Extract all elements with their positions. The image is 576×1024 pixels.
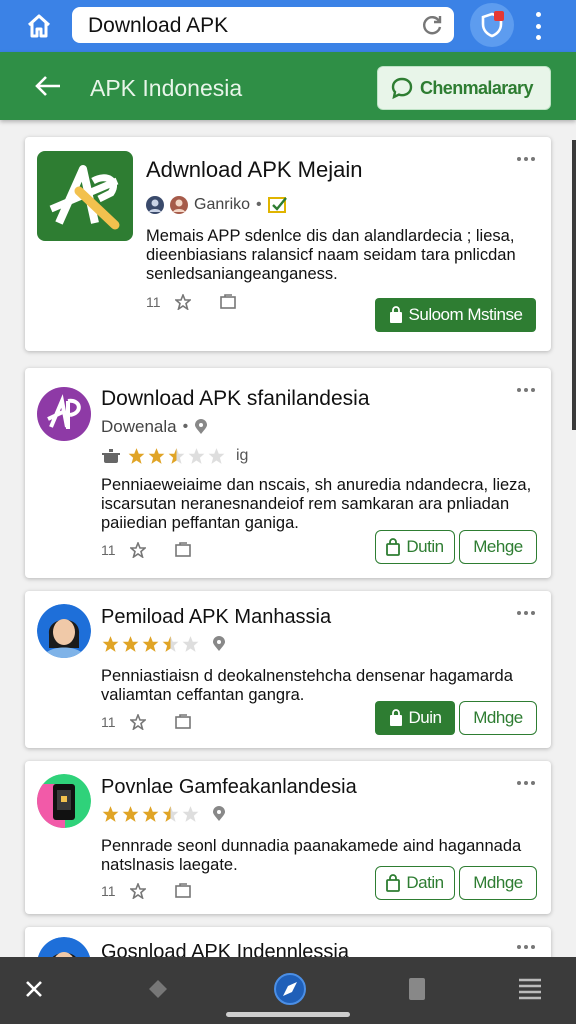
- app-card[interactable]: Povnlae Gamfeakanlandesia Pennrade seonl…: [25, 761, 551, 914]
- author-row: Ganriko •: [146, 196, 288, 214]
- rating-suffix: ig: [236, 447, 249, 464]
- app-description: Penniastiaisn d deokalnenstehcha densena…: [101, 667, 513, 704]
- more-button[interactable]: Mdhge: [459, 866, 537, 900]
- star-rating: [101, 635, 200, 653]
- star-icon: [162, 636, 179, 652]
- star-rating: [101, 805, 200, 823]
- more-options-icon[interactable]: [517, 388, 535, 392]
- star-icon: [128, 448, 145, 464]
- card-stats: 11: [146, 294, 265, 310]
- app-description: Penniaeweiaime dan nscais, sh anuredia n…: [101, 476, 532, 532]
- star-icon: [162, 806, 179, 822]
- more-options-icon[interactable]: [517, 157, 535, 161]
- reload-icon[interactable]: [420, 13, 444, 37]
- app-card[interactable]: Download APK sfanilandesia Dowenala • ig…: [25, 368, 551, 578]
- author-name[interactable]: Ganriko: [194, 196, 250, 214]
- home-indicator[interactable]: [226, 1012, 350, 1017]
- star-icon: [142, 806, 159, 822]
- address-bar[interactable]: Download APK: [72, 7, 454, 43]
- share-icon[interactable]: [174, 542, 192, 558]
- share-icon[interactable]: [219, 294, 237, 310]
- share-icon[interactable]: [174, 714, 192, 730]
- install-button[interactable]: Suloom Mstinse: [375, 298, 536, 332]
- author-avatar-icon: [146, 196, 164, 214]
- star-outline-icon[interactable]: [174, 294, 191, 310]
- star-icon: [208, 448, 225, 464]
- location-pin-icon: [213, 636, 225, 651]
- location-pin-icon: [195, 419, 208, 434]
- app-card[interactable]: Adwnload APK Mejain Ganriko • Memais APP…: [25, 137, 551, 351]
- verified-badge-icon: [267, 197, 287, 213]
- diamond-icon[interactable]: [138, 969, 178, 1009]
- separator-dot: •: [256, 196, 262, 213]
- more-options-icon[interactable]: [517, 945, 535, 949]
- star-icon: [102, 636, 119, 652]
- star-rating: [127, 447, 226, 465]
- game-logo-icon: [37, 774, 91, 828]
- rating-row: [101, 805, 226, 823]
- star-icon: [182, 636, 199, 652]
- star-icon: [142, 636, 159, 652]
- browser-toolbar: Download APK: [0, 0, 576, 52]
- share-icon[interactable]: [174, 883, 192, 899]
- more-options-icon[interactable]: [517, 781, 535, 785]
- card-stats: 11: [101, 883, 220, 899]
- star-icon: [102, 806, 119, 822]
- browser-menu-icon[interactable]: [528, 12, 548, 40]
- chat-icon: [391, 77, 413, 100]
- back-arrow-icon[interactable]: [34, 74, 62, 98]
- notification-badge: [494, 11, 504, 21]
- app-title[interactable]: Adwnload APK Mejain: [146, 157, 362, 183]
- header-action-button[interactable]: Chenmalarary: [377, 66, 551, 110]
- developer-avatar: [37, 604, 91, 658]
- star-outline-icon[interactable]: [129, 883, 146, 899]
- rating-row: ig: [101, 447, 248, 465]
- app-logo-icon: [37, 151, 133, 241]
- install-button[interactable]: Dutin: [375, 530, 455, 564]
- card-stats: 11: [101, 714, 220, 730]
- close-icon[interactable]: [14, 969, 54, 1009]
- star-icon: [188, 448, 205, 464]
- star-icon: [122, 636, 139, 652]
- app-header: APK Indonesia Chenmalarary: [0, 52, 576, 120]
- star-icon: [168, 448, 185, 464]
- star-outline-icon[interactable]: [129, 542, 146, 558]
- author-name[interactable]: Dowenala: [101, 417, 177, 437]
- author-row: Dowenala •: [101, 417, 208, 437]
- app-title[interactable]: Download APK sfanilandesia: [101, 387, 370, 411]
- bag-icon: [386, 874, 401, 892]
- author-avatar-icon: [170, 196, 188, 214]
- compass-icon[interactable]: [268, 967, 312, 1011]
- app-title[interactable]: Povnlae Gamfeakanlandesia: [101, 776, 357, 799]
- page-title: APK Indonesia: [90, 75, 243, 101]
- location-pin-icon: [213, 806, 225, 821]
- app-description: Memais APP sdenlce dis dan alandlardecia…: [146, 227, 516, 283]
- home-icon[interactable]: [22, 10, 56, 42]
- card-stats: 11: [101, 542, 220, 558]
- app-card[interactable]: Pemiload APK Manhassia Penniastiaisn d d…: [25, 591, 551, 748]
- shield-icon[interactable]: [470, 3, 514, 47]
- star-outline-icon[interactable]: [129, 714, 146, 730]
- star-icon: [122, 806, 139, 822]
- more-options-icon[interactable]: [517, 611, 535, 615]
- app-title[interactable]: Pemiload APK Manhassia: [101, 606, 331, 629]
- pot-icon: [102, 449, 120, 463]
- rating-row: [101, 635, 226, 653]
- bag-icon: [389, 709, 402, 726]
- url-text: Download APK: [88, 14, 229, 37]
- star-icon: [182, 806, 199, 822]
- more-button[interactable]: Mehge: [459, 530, 537, 564]
- app-logo-icon: [37, 387, 91, 441]
- scrollbar[interactable]: [572, 140, 576, 430]
- bag-icon: [386, 538, 401, 556]
- separator-dot: •: [182, 418, 189, 435]
- bag-icon: [389, 306, 402, 323]
- menu-icon[interactable]: [510, 969, 550, 1009]
- install-button[interactable]: Datin: [375, 866, 455, 900]
- star-icon: [148, 448, 165, 464]
- tabs-icon[interactable]: [397, 969, 437, 1009]
- install-button[interactable]: Duin: [375, 701, 455, 735]
- more-button[interactable]: Mdhge: [459, 701, 537, 735]
